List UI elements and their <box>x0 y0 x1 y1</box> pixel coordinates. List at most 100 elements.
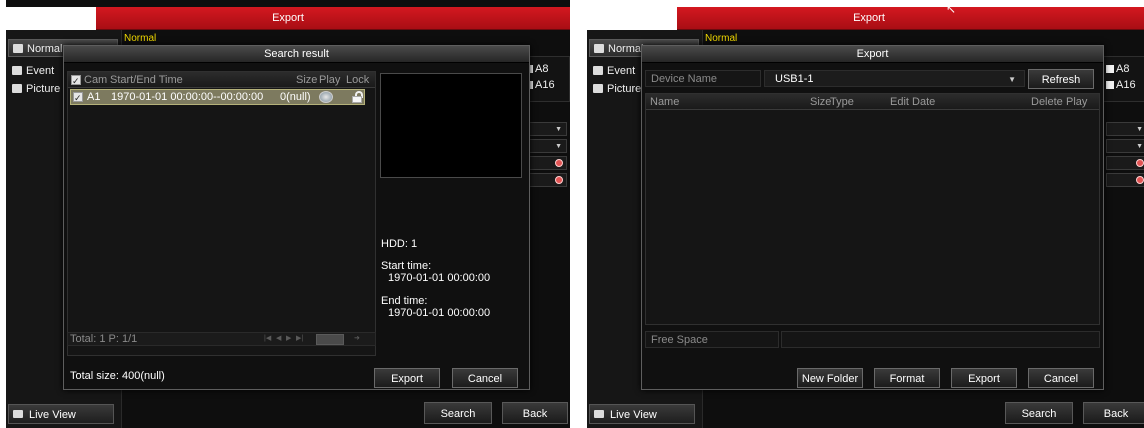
page-number-input[interactable] <box>316 334 344 345</box>
col-header-lock: Lock <box>346 74 370 86</box>
back-button[interactable]: Back <box>502 402 568 424</box>
col-header-time: Start/End Time <box>110 74 183 86</box>
select-all-checkbox[interactable] <box>71 72 81 89</box>
device-name-label: Device Name <box>651 73 718 85</box>
live-view-label: Live View <box>610 409 657 421</box>
checkbox-box <box>1106 65 1114 74</box>
file-list: Name Size Type Edit Date Delete Play <box>645 93 1100 325</box>
live-view-label: Live View <box>29 409 76 421</box>
free-space-value <box>781 331 1100 348</box>
normal-tab-label[interactable]: Normal <box>705 33 737 44</box>
left-screenshot: Export Normal Event Picture Live View No… <box>6 0 570 428</box>
device-name-value: USB1-1 <box>775 73 814 85</box>
first-page-icon[interactable]: |◀ <box>264 333 271 345</box>
time-field[interactable] <box>1106 156 1144 170</box>
refresh-button[interactable]: Refresh <box>1028 69 1094 89</box>
lock-open-icon[interactable] <box>350 91 364 103</box>
format-button[interactable]: Format <box>874 368 940 388</box>
go-page-icon[interactable]: ➜ <box>354 333 360 345</box>
row-checkbox[interactable] <box>73 89 83 106</box>
sidebar-item-label: Normal <box>608 43 644 55</box>
chevron-down-icon: ▼ <box>555 126 562 133</box>
dropdown-field[interactable]: ▼ <box>1106 139 1144 153</box>
clock-icon <box>1136 176 1144 184</box>
checkbox-a16[interactable]: A16 <box>1106 79 1136 91</box>
titlebar-blank-area <box>6 7 96 30</box>
event-icon <box>593 66 603 75</box>
cancel-button[interactable]: Cancel <box>1028 368 1094 388</box>
start-time-value: 1970-01-01 00:00:00 <box>388 272 491 284</box>
col-header-play: Play <box>1066 96 1088 108</box>
sidebar-item-label: Event <box>26 65 55 77</box>
col-header-play: Play <box>319 74 341 86</box>
checkbox-checked-icon <box>71 73 81 89</box>
normal-tab-label[interactable]: Normal <box>124 33 156 44</box>
row-cam: A1 <box>87 91 101 103</box>
prev-page-icon[interactable]: ◀ <box>276 333 281 345</box>
col-header-edit-date: Edit Date <box>890 96 936 108</box>
app-titlebar: Export <box>6 7 570 30</box>
chevron-down-icon: ▼ <box>555 143 562 150</box>
device-name-label-cell: Device Name <box>645 70 761 87</box>
checkbox-label: A8 <box>535 63 549 75</box>
checkbox-label: A8 <box>1116 63 1130 75</box>
device-name-select[interactable]: USB1-1 ▼ <box>764 70 1025 87</box>
dropdown-field[interactable]: ▼ <box>525 122 567 136</box>
titlebar-blank-area <box>587 7 677 30</box>
app-titlebar: Export <box>587 7 1144 30</box>
dropdown-field[interactable]: ▼ <box>1106 122 1144 136</box>
table-header: Cam Start/End Time Size Play Lock <box>68 72 375 89</box>
search-button[interactable]: Search <box>1005 402 1073 424</box>
checkbox-a8[interactable]: A8 <box>1106 63 1129 75</box>
last-page-icon[interactable]: ▶| <box>296 333 303 345</box>
new-folder-button[interactable]: New Folder <box>797 368 863 388</box>
start-time-label: Start time: <box>381 260 432 272</box>
play-icon[interactable] <box>319 91 333 103</box>
search-result-dialog: Search result Cam Start/End Time Size Pl… <box>63 45 530 390</box>
next-page-icon[interactable]: ▶ <box>286 333 291 345</box>
checkbox-label: A16 <box>1116 79 1136 91</box>
table-header: Name Size Type Edit Date Delete Play <box>646 94 1099 110</box>
time-field[interactable] <box>525 156 567 170</box>
sidebar-item-label: Picture <box>26 83 61 95</box>
table-row[interactable]: A1 1970-01-01 00:00:00--00:00:00 0(null) <box>70 89 365 106</box>
chevron-down-icon: ▼ <box>1136 126 1143 133</box>
end-time-label: End time: <box>381 295 428 307</box>
checkbox-label: A16 <box>535 79 555 91</box>
sidebar-item-label: Normal <box>27 43 63 55</box>
back-button[interactable]: Back <box>1083 402 1144 424</box>
checkbox-checked-icon <box>73 90 83 106</box>
time-field[interactable] <box>525 173 567 187</box>
lock-body <box>352 96 362 103</box>
col-header-type: Type <box>830 96 854 108</box>
cancel-button[interactable]: Cancel <box>452 368 518 388</box>
home-icon <box>594 410 604 418</box>
dropdown-field[interactable]: ▼ <box>525 139 567 153</box>
free-space-label: Free Space <box>651 334 708 346</box>
sidebar-item-label: Picture <box>607 83 642 95</box>
chevron-down-icon: ▼ <box>1136 143 1143 150</box>
picture-icon <box>12 84 22 93</box>
free-space-label-cell: Free Space <box>645 331 779 348</box>
sidebar-item-label: Event <box>607 65 636 77</box>
top-edge <box>587 0 1144 7</box>
export-button[interactable]: Export <box>951 368 1017 388</box>
live-view-button[interactable]: Live View <box>589 404 695 424</box>
col-header-delete: Delete <box>1031 96 1063 108</box>
clock-icon <box>555 159 563 167</box>
mouse-cursor-icon: ↖ <box>946 2 957 16</box>
col-header-size: Size <box>296 74 318 86</box>
live-view-button[interactable]: Live View <box>8 404 114 424</box>
search-button[interactable]: Search <box>424 402 492 424</box>
dialog-title: Export <box>642 46 1103 63</box>
home-icon <box>13 410 23 418</box>
col-header-size: Size <box>810 96 832 108</box>
chevron-down-icon: ▼ <box>1008 75 1016 84</box>
dialog-title: Search result <box>64 46 529 63</box>
col-header-cam: Cam <box>84 74 108 86</box>
time-field[interactable] <box>1106 173 1144 187</box>
picture-icon <box>593 84 603 93</box>
pager-text: Total: 1 P: 1/1 <box>70 333 138 345</box>
export-button[interactable]: Export <box>374 368 440 388</box>
row-time: 1970-01-01 00:00:00--00:00:00 <box>111 91 264 103</box>
